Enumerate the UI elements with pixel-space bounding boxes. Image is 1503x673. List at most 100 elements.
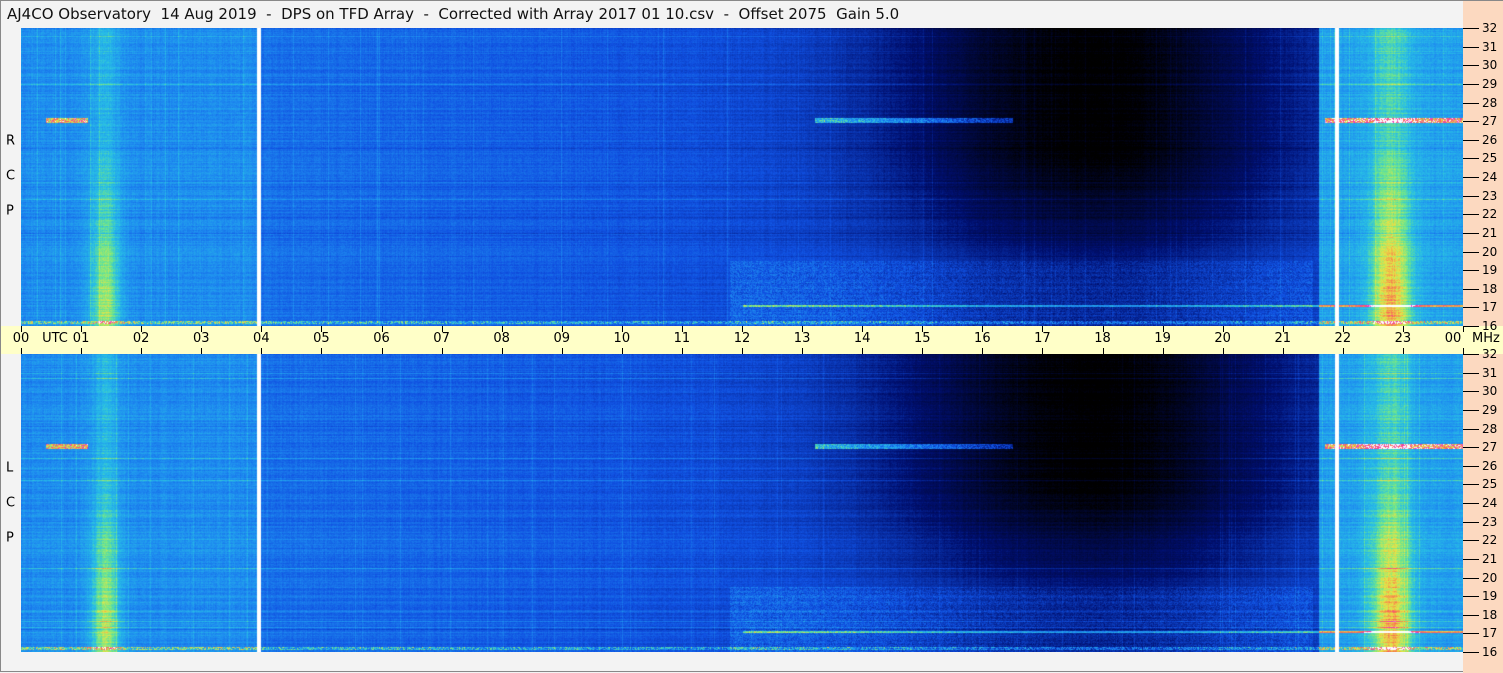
freq-tick-label: 23 bbox=[1482, 188, 1498, 203]
time-tick-label: 03 bbox=[192, 331, 210, 346]
time-tick-label: 11 bbox=[673, 331, 691, 346]
freq-tick-label: 25 bbox=[1482, 151, 1498, 166]
freq-tick-label: 32 bbox=[1482, 21, 1498, 35]
time-tick-label: 01 bbox=[72, 331, 90, 346]
panel-label-letter: L bbox=[6, 460, 14, 476]
time-tick bbox=[261, 348, 263, 354]
freq-tick-label: 18 bbox=[1482, 607, 1498, 622]
freq-tick bbox=[1463, 372, 1479, 374]
mhz-label: MHz bbox=[1472, 331, 1500, 346]
freq-tick bbox=[1463, 83, 1479, 85]
time-tick bbox=[381, 348, 383, 354]
freq-tick-label: 17 bbox=[1482, 300, 1498, 315]
time-axis bbox=[1, 326, 1463, 354]
freq-tick bbox=[1463, 391, 1479, 393]
freq-tick bbox=[1463, 177, 1479, 178]
freq-tick-label: 20 bbox=[1482, 244, 1498, 259]
freq-tick bbox=[1463, 214, 1479, 216]
freq-tick-label: 30 bbox=[1482, 58, 1498, 73]
freq-tick bbox=[1463, 307, 1479, 309]
freq-tick bbox=[1463, 409, 1479, 411]
time-tick bbox=[441, 348, 443, 354]
time-tick bbox=[21, 348, 22, 354]
freq-tick-label: 31 bbox=[1482, 365, 1498, 380]
time-tick bbox=[1042, 348, 1044, 354]
panel-label-letter: P bbox=[6, 530, 14, 546]
freq-tick-label: 22 bbox=[1482, 533, 1498, 548]
time-tick-label: 20 bbox=[1214, 331, 1231, 346]
panel-label-letter: P bbox=[6, 203, 14, 219]
freq-tick-label: 25 bbox=[1482, 477, 1498, 492]
time-tick bbox=[802, 348, 804, 354]
lcp-spectrogram bbox=[21, 354, 1463, 652]
time-tick bbox=[922, 348, 924, 354]
time-tick-label: 13 bbox=[793, 331, 811, 346]
freq-tick-label: 16 bbox=[1482, 645, 1498, 659]
freq-tick bbox=[1463, 288, 1479, 290]
freq-tick bbox=[1463, 354, 1479, 355]
time-tick-label: 22 bbox=[1334, 331, 1352, 346]
time-tick bbox=[922, 326, 924, 332]
time-tick bbox=[201, 348, 203, 354]
time-tick bbox=[141, 326, 143, 332]
freq-tick-label: 16 bbox=[1482, 319, 1498, 333]
freq-tick bbox=[1463, 139, 1479, 141]
freq-tick bbox=[1463, 465, 1479, 467]
chart-title: AJ4CO Observatory 14 Aug 2019 - DPS on T… bbox=[7, 5, 900, 23]
freq-tick bbox=[1463, 596, 1479, 598]
time-tick bbox=[802, 326, 804, 332]
time-tick bbox=[201, 326, 203, 332]
time-tick-label: 05 bbox=[313, 331, 330, 346]
freq-tick bbox=[1463, 195, 1479, 197]
freq-tick-label: 29 bbox=[1482, 76, 1498, 91]
freq-tick bbox=[1463, 577, 1479, 579]
freq-tick bbox=[1463, 102, 1479, 104]
freq-tick-label: 28 bbox=[1482, 95, 1498, 110]
time-tick-label: 07 bbox=[433, 331, 450, 346]
freq-tick bbox=[1463, 633, 1479, 635]
time-tick-label: 00 bbox=[12, 331, 30, 346]
freq-tick bbox=[1463, 65, 1479, 67]
rcp-spectrogram bbox=[21, 28, 1463, 326]
freq-tick-label: 32 bbox=[1482, 347, 1498, 361]
time-tick bbox=[501, 348, 503, 354]
time-tick bbox=[742, 326, 743, 332]
freq-tick-label: 18 bbox=[1482, 281, 1498, 296]
time-tick bbox=[681, 348, 683, 354]
freq-tick-label: 31 bbox=[1482, 39, 1498, 54]
time-tick-label: 02 bbox=[132, 331, 150, 346]
time-tick bbox=[261, 326, 263, 332]
freq-tick bbox=[1463, 326, 1479, 327]
time-tick-label: 09 bbox=[553, 331, 571, 346]
freq-tick bbox=[1463, 521, 1479, 523]
time-tick bbox=[1282, 348, 1284, 354]
freq-tick-label: 27 bbox=[1482, 440, 1498, 455]
freq-tick-label: 21 bbox=[1482, 551, 1498, 566]
time-tick bbox=[681, 326, 683, 332]
freq-tick-label: 24 bbox=[1482, 170, 1498, 184]
time-tick bbox=[1162, 326, 1164, 332]
time-tick bbox=[982, 326, 984, 332]
time-tick-label: 00 bbox=[1444, 331, 1462, 346]
freq-tick bbox=[1463, 158, 1479, 160]
time-tick-label: 18 bbox=[1094, 331, 1111, 346]
freq-tick-label: 20 bbox=[1482, 570, 1498, 585]
time-tick bbox=[81, 348, 83, 354]
time-tick-label: 12 bbox=[733, 331, 751, 346]
freq-tick-label: 19 bbox=[1482, 263, 1498, 278]
time-tick bbox=[621, 326, 623, 332]
time-tick bbox=[1102, 348, 1104, 354]
time-tick bbox=[81, 326, 83, 332]
time-tick bbox=[321, 348, 323, 354]
time-tick bbox=[1222, 348, 1224, 354]
freq-tick-label: 22 bbox=[1482, 207, 1498, 222]
time-tick bbox=[501, 326, 503, 332]
freq-tick bbox=[1463, 28, 1479, 29]
time-tick-label: 06 bbox=[373, 331, 390, 346]
freq-tick bbox=[1463, 558, 1479, 560]
time-tick-label: 04 bbox=[253, 331, 270, 346]
freq-tick-label: 23 bbox=[1482, 514, 1498, 529]
freq-tick bbox=[1463, 540, 1479, 542]
time-tick-label: 19 bbox=[1154, 331, 1171, 346]
utc-label: UTC bbox=[42, 331, 68, 346]
